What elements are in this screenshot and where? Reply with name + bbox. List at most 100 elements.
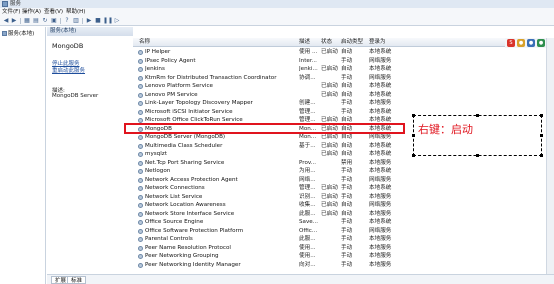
table-row[interactable]: Net.Tcp Port Sharing Service Prov... 禁用 本地服…: [133, 159, 546, 168]
table-row[interactable]: Peer Networking Grouping 使用... 手动 本地服务: [133, 252, 546, 261]
table-row[interactable]: Peer Networking Identity Manager 向对... 手动 本…: [133, 261, 546, 270]
service-name: KtmRm for Distributed Transaction Coordi…: [145, 74, 277, 81]
app-s-icon[interactable]: S: [507, 39, 515, 47]
column-header-status[interactable]: 状态: [321, 38, 332, 47]
service-startup-type: 禁用: [341, 159, 353, 166]
service-name: Lenovo PM Service: [145, 91, 198, 98]
table-row[interactable]: Netlogon 为用... 手动 本地系统: [133, 167, 546, 176]
service-logon-as: 本地系统: [369, 66, 392, 72]
menu-view[interactable]: 查看(V): [44, 8, 63, 16]
table-row[interactable]: Network Store Interface Service 此服... 已启动自…: [133, 210, 546, 219]
restart-icon[interactable]: ▷: [113, 17, 121, 25]
service-name: Link-Layer Topology Discovery Mapper: [145, 100, 253, 106]
toolbar-separator: [82, 18, 83, 24]
services-list: 名称 描述 状态 启动类型 登录为 IP Helper 使用 ... 已启动 自动 本地…: [133, 38, 546, 274]
stop-icon[interactable]: ■: [94, 17, 102, 25]
show-hide-tree-icon[interactable]: ▦: [23, 17, 31, 25]
service-detail-pane: 服务(本地) MongoDB 停止此服务 重启动此服务 描述: MongoDB …: [47, 27, 133, 274]
pause-icon[interactable]: ❚❚: [103, 17, 113, 25]
service-gear-icon: [138, 228, 143, 234]
toolbar-separator: [20, 18, 21, 24]
table-row[interactable]: Lenovo Platform Service 已启动 自动 本地系统: [133, 82, 546, 91]
table-row[interactable]: Network Location Awareness 收集... 已启动 自动 网络服务: [133, 201, 546, 210]
app-tray-icon[interactable]: ●: [527, 39, 535, 47]
service-description: Jenki...: [299, 66, 318, 72]
resize-handle: [540, 114, 543, 117]
tree-node-label: 服务(本地): [8, 31, 35, 37]
table-row[interactable]: Network Access Protection Agent 网络... 手动 网络…: [133, 176, 546, 185]
table-row[interactable]: Parental Controls 此服... 手动 本地服务: [133, 235, 546, 244]
service-startup-type: 自动: [341, 142, 353, 149]
column-header-logon-as[interactable]: 登录为: [369, 38, 386, 47]
menu-action[interactable]: 操作(A): [22, 8, 41, 16]
service-name: Net.Tcp Port Sharing Service: [145, 159, 225, 166]
table-row[interactable]: KtmRm for Distributed Transaction Coordi…: [133, 74, 546, 83]
service-gear-icon: [138, 50, 143, 55]
app-tray-icon[interactable]: ●: [537, 39, 545, 47]
table-row[interactable]: Network List Service 识别... 已启动 手动 本地服务: [133, 193, 546, 202]
service-description: 使用...: [299, 244, 316, 251]
service-name: Network Store Interface Service: [145, 210, 235, 217]
service-gear-icon: [138, 186, 143, 191]
app-tray-icon[interactable]: ●: [517, 39, 525, 47]
resize-handle: [540, 134, 543, 137]
table-row[interactable]: Lenovo PM Service 已启动 自动 本地系统: [133, 91, 546, 100]
table-row[interactable]: Peer Name Resolution Protocol 使用... 手动 本地服务: [133, 244, 546, 253]
service-gear-icon: [138, 58, 143, 64]
service-gear-icon: [138, 211, 143, 217]
table-row[interactable]: Office Software Protection Platform Offic…: [133, 227, 546, 236]
description-value: MongoDB Server: [52, 93, 99, 99]
table-row[interactable]: Jenkins Jenki... 已启动 自动 本地系统: [133, 65, 546, 74]
forward-icon[interactable]: ▶: [10, 17, 18, 25]
service-logon-as: 本地系统: [369, 83, 392, 89]
service-gear-icon: [138, 254, 143, 259]
view-icon[interactable]: ▥: [72, 17, 80, 25]
service-startup-type: 手动: [341, 227, 353, 234]
menu-file[interactable]: 文件(F): [2, 8, 20, 16]
service-description: 管理...: [299, 185, 316, 191]
toolbar-separator: [60, 18, 61, 24]
back-icon[interactable]: ◀: [2, 17, 10, 25]
menu-help[interactable]: 帮助(H): [66, 8, 85, 16]
properties-icon[interactable]: ▤: [32, 17, 40, 25]
service-logon-as: 本地系统: [369, 168, 392, 174]
refresh-icon[interactable]: ↻: [41, 17, 49, 25]
service-gear-icon: [138, 67, 143, 72]
service-startup-type: 自动: [341, 134, 353, 140]
start-icon[interactable]: ▶: [85, 17, 93, 25]
tree-node-services-local[interactable]: 服务(本地): [2, 29, 34, 37]
export-list-icon[interactable]: ▣: [50, 17, 58, 25]
service-gear-icon: [138, 75, 143, 81]
service-description: 使用...: [299, 253, 316, 259]
table-row[interactable]: Network Connections 管理... 已启动 手动 本地系统: [133, 184, 546, 193]
help-icon[interactable]: ?: [63, 17, 71, 25]
tab-standard[interactable]: 标准: [67, 276, 87, 284]
service-startup-type: 手动: [341, 236, 353, 242]
service-startup-type: 手动: [341, 176, 353, 183]
table-row[interactable]: IPsec Policy Agent Inter... 手动 网络服务: [133, 57, 546, 66]
column-header-startup-type[interactable]: 启动类型: [341, 38, 363, 47]
service-startup-type: 手动: [341, 168, 353, 174]
service-gear-icon: [138, 160, 143, 166]
table-row[interactable]: Office Source Engine Save... 手动 本地系统: [133, 218, 546, 227]
vertical-scrollbar[interactable]: [546, 38, 554, 274]
service-status: 已启动: [321, 134, 338, 140]
column-header-name[interactable]: 名称: [139, 38, 150, 47]
service-logon-as: 网络服务: [369, 134, 392, 140]
service-startup-type: 手动: [341, 219, 353, 225]
table-row[interactable]: Link-Layer Topology Discovery Mapper 创建..…: [133, 99, 546, 108]
service-description: 向对...: [299, 261, 316, 268]
restart-service-link[interactable]: 重启动此服务: [52, 66, 85, 74]
service-description: Mon...: [299, 134, 317, 140]
menu-bar: 文件(F) 操作(A) 查看(V) 帮助(H): [0, 8, 554, 16]
service-description: Inter...: [299, 57, 317, 64]
service-logon-as: 本地系统: [369, 108, 392, 115]
service-gear-icon: [138, 245, 143, 251]
service-startup-type: 手动: [341, 193, 353, 200]
service-description: Save...: [299, 219, 319, 225]
column-header-description[interactable]: 描述: [299, 38, 310, 47]
service-gear-icon: [138, 203, 143, 208]
table-row[interactable]: IP Helper 使用 ... 已启动 自动 本地系统: [133, 48, 546, 57]
service-startup-type: 手动: [341, 253, 353, 259]
service-name: Network List Service: [145, 193, 203, 200]
